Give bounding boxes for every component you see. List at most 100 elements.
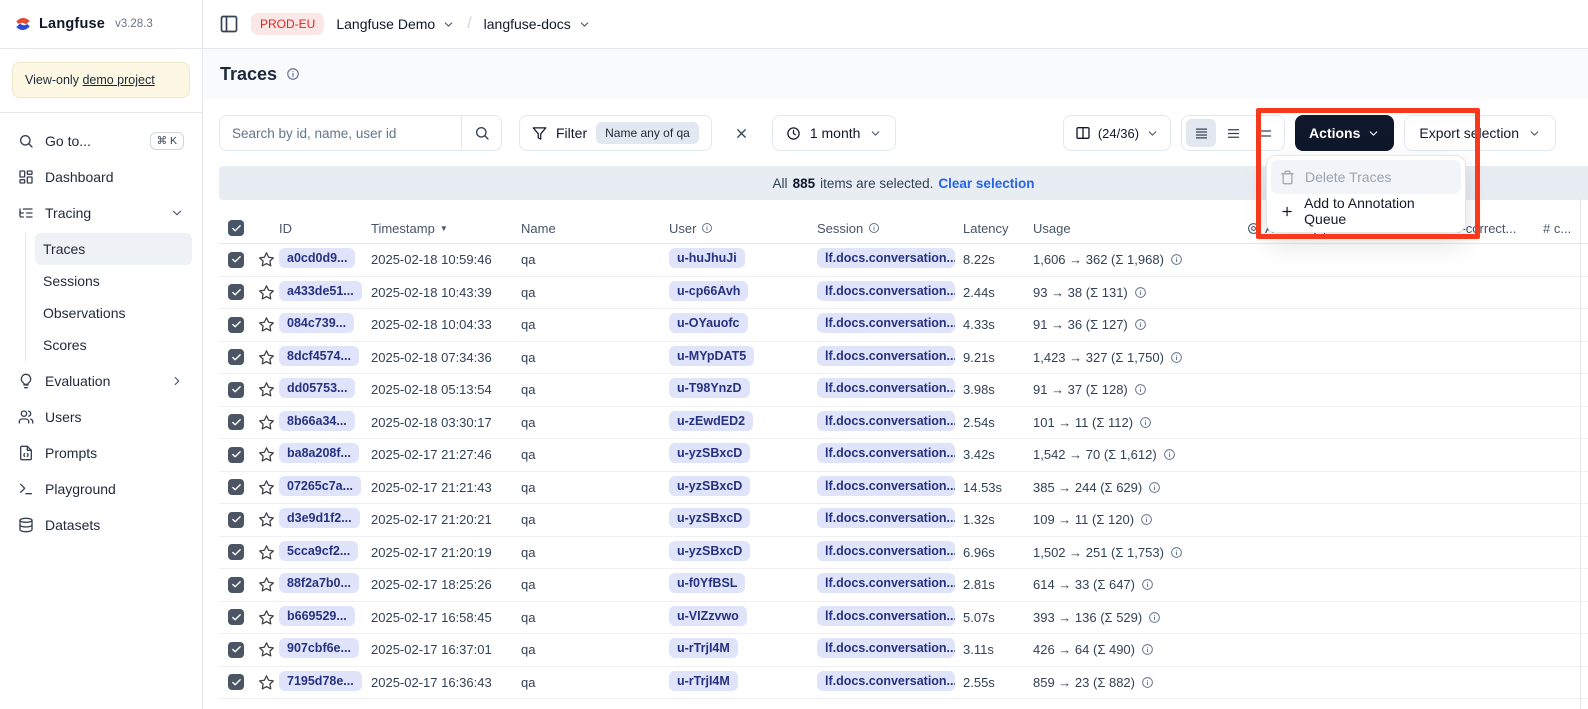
trace-id-badge[interactable]: 07265c7a... <box>279 476 361 496</box>
clear-selection-link[interactable]: Clear selection <box>938 176 1034 191</box>
row-height-medium-button[interactable] <box>1218 119 1248 147</box>
sidebar-item-playground[interactable]: Playground <box>10 471 192 507</box>
session-badge[interactable]: lf.docs.conversation... <box>817 281 955 301</box>
sidebar-item-scores[interactable]: Scores <box>35 329 192 361</box>
trace-id-badge[interactable]: 8dcf4574... <box>279 346 359 366</box>
row-checkbox[interactable] <box>228 349 244 365</box>
trace-id-badge[interactable]: ba8a208f... <box>279 443 359 463</box>
sidebar-item-observations[interactable]: Observations <box>35 297 192 329</box>
session-badge[interactable]: lf.docs.conversation... <box>817 443 955 463</box>
star-icon[interactable] <box>258 641 275 658</box>
star-icon[interactable] <box>258 544 275 561</box>
col-header-latency[interactable]: Latency <box>963 221 1033 236</box>
usage-info-icon[interactable] <box>1170 546 1183 559</box>
user-badge[interactable]: u-yzSBxcD <box>669 443 750 463</box>
sidebar-item-sessions[interactable]: Sessions <box>35 265 192 297</box>
time-range-dropdown[interactable]: 1 month <box>772 115 897 151</box>
row-checkbox[interactable] <box>228 544 244 560</box>
star-icon[interactable] <box>258 511 275 528</box>
user-badge[interactable]: u-MYpDAT5 <box>669 346 754 366</box>
session-badge[interactable]: lf.docs.conversation... <box>817 476 955 496</box>
col-header-usage[interactable]: Usage <box>1033 221 1247 236</box>
usage-info-icon[interactable] <box>1141 676 1154 689</box>
user-badge[interactable]: u-yzSBxcD <box>669 541 750 561</box>
clear-filter-button[interactable] <box>729 120 755 146</box>
trace-id-badge[interactable]: 084c739... <box>279 313 354 333</box>
col-header-timestamp[interactable]: Timestamp▼ <box>371 221 521 236</box>
usage-info-icon[interactable] <box>1139 416 1152 429</box>
usage-info-icon[interactable] <box>1148 611 1161 624</box>
row-checkbox[interactable] <box>228 577 244 593</box>
filter-chip[interactable]: Name any of qa <box>596 122 699 144</box>
trace-id-badge[interactable]: 88f2a7b0... <box>279 573 359 593</box>
trace-id-badge[interactable]: 907cbf6e... <box>279 638 359 658</box>
usage-info-icon[interactable] <box>1134 286 1147 299</box>
user-badge[interactable]: u-VIZzvwo <box>669 606 747 626</box>
row-height-tall-button[interactable] <box>1250 119 1280 147</box>
usage-info-icon[interactable] <box>1170 351 1183 364</box>
trace-id-badge[interactable]: a433de51... <box>279 281 362 301</box>
user-badge[interactable]: u-T98YnzD <box>669 378 750 398</box>
session-badge[interactable]: lf.docs.conversation... <box>817 541 955 561</box>
usage-info-icon[interactable] <box>1170 253 1183 266</box>
breadcrumb-org[interactable]: Langfuse Demo <box>336 16 455 32</box>
usage-info-icon[interactable] <box>1163 448 1176 461</box>
star-icon[interactable] <box>258 446 275 463</box>
sidebar-item-dashboard[interactable]: Dashboard <box>10 159 192 195</box>
usage-info-icon[interactable] <box>1134 383 1147 396</box>
user-badge[interactable]: u-zEwdED2 <box>669 411 753 431</box>
star-icon[interactable] <box>258 284 275 301</box>
usage-info-icon[interactable] <box>1134 318 1147 331</box>
menu-item-delete-traces[interactable]: Delete Traces <box>1271 160 1461 194</box>
usage-info-icon[interactable] <box>1141 643 1154 656</box>
col-header-id[interactable]: ID <box>279 221 371 236</box>
user-badge[interactable]: u-cp66Avh <box>669 281 748 301</box>
search-input[interactable] <box>220 126 461 141</box>
row-checkbox[interactable] <box>228 252 244 268</box>
col-header-extra[interactable]: # c... <box>1543 221 1588 236</box>
row-checkbox[interactable] <box>228 447 244 463</box>
goto-search[interactable]: Go to... ⌘ K <box>10 123 192 159</box>
info-icon[interactable] <box>286 67 300 81</box>
panel-left-icon[interactable] <box>219 14 239 34</box>
actions-button[interactable]: Actions <box>1295 115 1394 151</box>
row-height-compact-button[interactable] <box>1186 119 1216 147</box>
sidebar-item-traces[interactable]: Traces <box>35 233 192 265</box>
star-icon[interactable] <box>258 609 275 626</box>
row-checkbox[interactable] <box>228 642 244 658</box>
star-icon[interactable] <box>258 576 275 593</box>
sidebar-item-evaluation[interactable]: Evaluation <box>10 363 192 399</box>
row-checkbox[interactable] <box>228 382 244 398</box>
export-selection-dropdown[interactable]: Export selection <box>1404 115 1556 151</box>
sidebar-item-prompts[interactable]: Prompts <box>10 435 192 471</box>
session-badge[interactable]: lf.docs.conversation... <box>817 248 955 268</box>
user-badge[interactable]: u-OYauofc <box>669 313 748 333</box>
row-checkbox[interactable] <box>228 674 244 690</box>
sidebar-item-users[interactable]: Users <box>10 399 192 435</box>
row-checkbox[interactable] <box>228 609 244 625</box>
session-badge[interactable]: lf.docs.conversation... <box>817 573 955 593</box>
star-icon[interactable] <box>258 316 275 333</box>
session-badge[interactable]: lf.docs.conversation... <box>817 313 955 333</box>
session-badge[interactable]: lf.docs.conversation... <box>817 671 955 691</box>
trace-id-badge[interactable]: d3e9d1f2... <box>279 508 360 528</box>
menu-item-add-to-annotation-queue[interactable]: Add to Annotation Queue <box>1271 194 1461 228</box>
user-badge[interactable]: u-rTrjI4M <box>669 671 738 691</box>
session-badge[interactable]: lf.docs.conversation... <box>817 346 955 366</box>
star-icon[interactable] <box>258 251 275 268</box>
trace-id-badge[interactable]: 5cca9cf2... <box>279 541 358 561</box>
star-icon[interactable] <box>258 414 275 431</box>
columns-dropdown[interactable]: (24/36) <box>1063 115 1171 151</box>
col-header-user[interactable]: User <box>669 221 817 236</box>
usage-info-icon[interactable] <box>1141 578 1154 591</box>
star-icon[interactable] <box>258 674 275 691</box>
user-badge[interactable]: u-yzSBxcD <box>669 476 750 496</box>
breadcrumb-project[interactable]: langfuse-docs <box>484 16 591 32</box>
trace-id-badge[interactable]: 8b66a34... <box>279 411 355 431</box>
row-checkbox[interactable] <box>228 512 244 528</box>
trace-id-badge[interactable]: a0cd0d9... <box>279 248 355 268</box>
row-checkbox[interactable] <box>228 284 244 300</box>
sidebar-item-datasets[interactable]: Datasets <box>10 507 192 543</box>
col-header-name[interactable]: Name <box>521 221 669 236</box>
usage-info-icon[interactable] <box>1148 481 1161 494</box>
